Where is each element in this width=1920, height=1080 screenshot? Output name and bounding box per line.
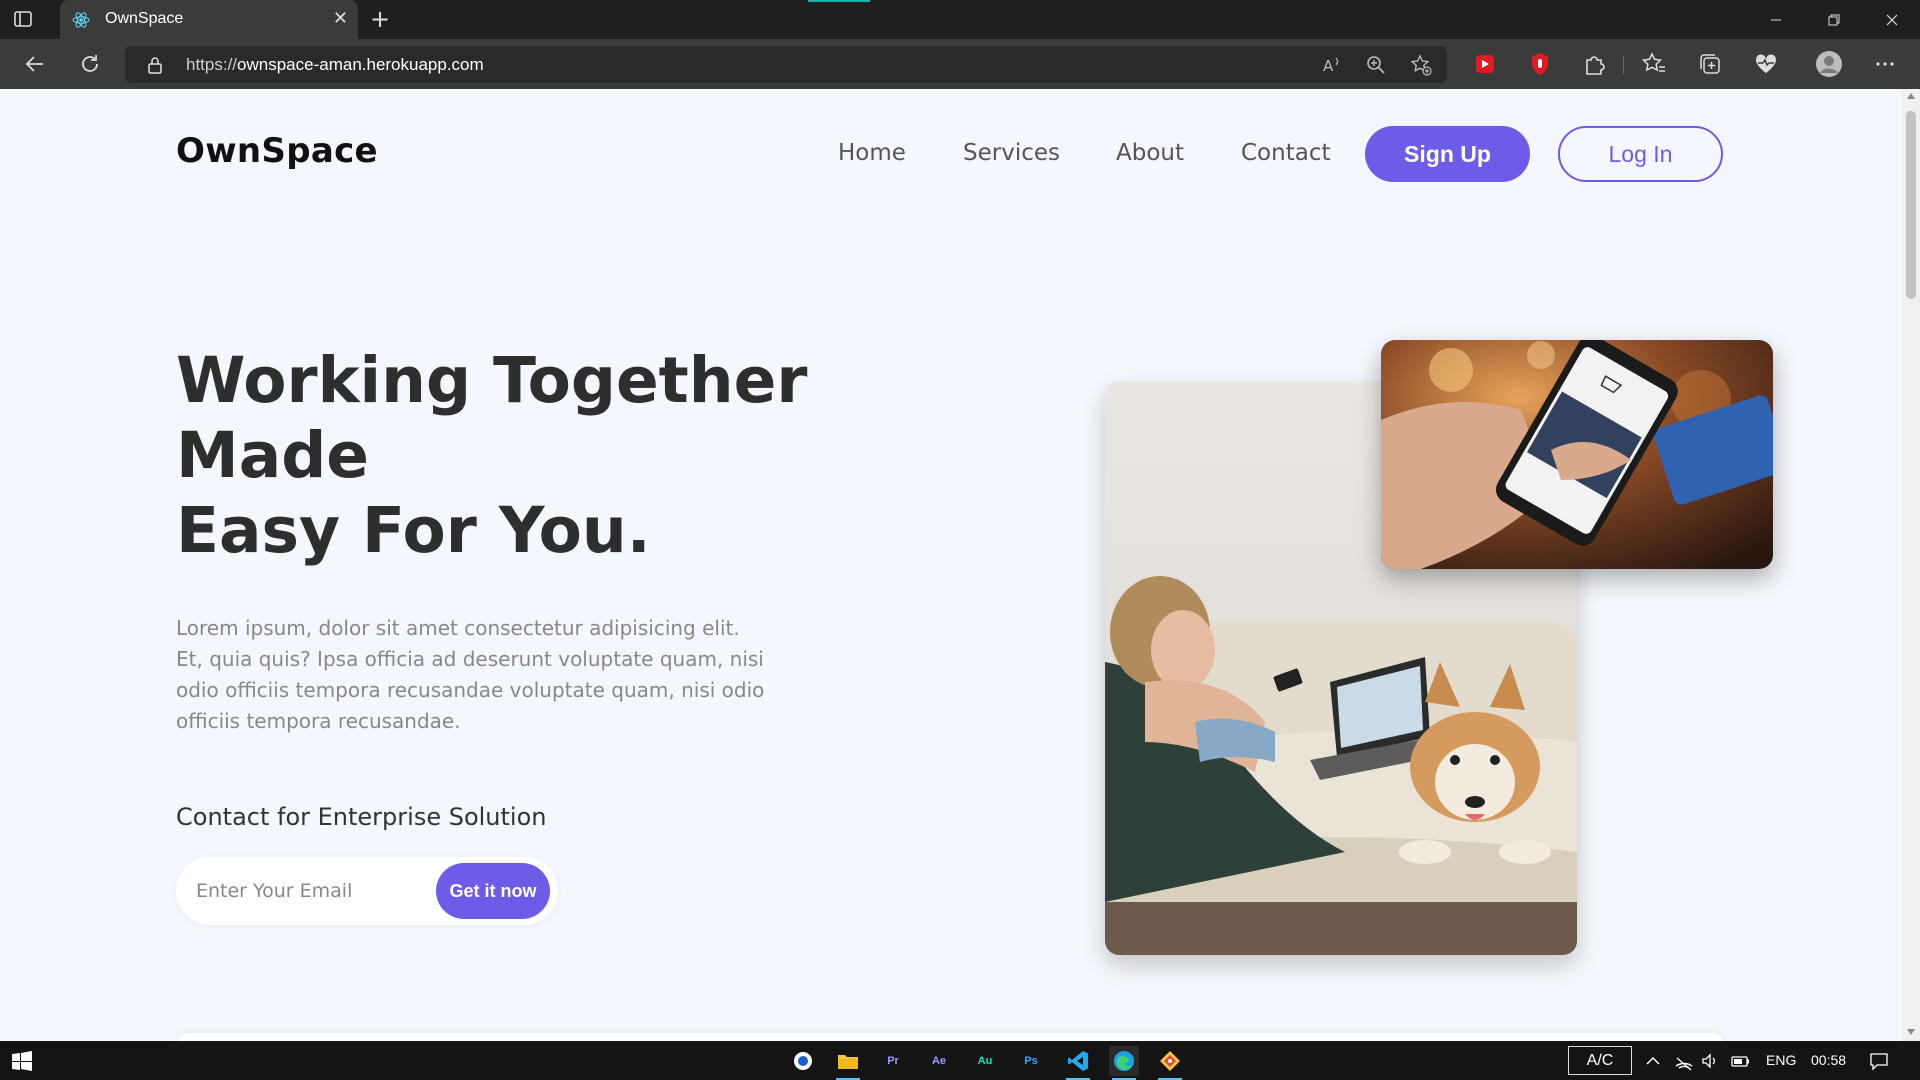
edge-browser-icon [1114,1051,1134,1071]
hero-title-line: Made [176,419,370,492]
tab-title: OwnSpace [105,10,184,27]
browser-toolbar: https://ownspace-aman.herokuapp.com A [0,39,1920,89]
minimize-icon [1771,19,1781,20]
get-it-now-button[interactable]: Get it now [436,863,550,919]
extensions-puzzle-icon[interactable] [1582,51,1608,77]
taskbar-app-audition[interactable]: Au [970,1046,1000,1076]
email-signup-form: Get it now [176,857,558,925]
extension-red-play-icon[interactable] [1472,51,1498,77]
windows-start-icon[interactable] [12,1051,32,1071]
colorful-diamond-app-icon [1160,1051,1180,1071]
taskbar-app-git-kraken[interactable] [1155,1046,1185,1080]
taskbar-app-premiere[interactable]: Pr [878,1046,908,1076]
taskbar-app-vscode[interactable] [1063,1046,1093,1080]
browser-tab-bar: OwnSpace ✕ + [0,0,1920,39]
scroll-down-arrow-icon[interactable] [1907,1029,1915,1035]
vscode-icon [1068,1051,1088,1071]
phone-shopping-photo [1381,340,1773,569]
svg-text:A: A [1323,57,1334,75]
favorites-icon[interactable] [1641,51,1667,77]
hero-title: Working Together Made Easy For You. [176,343,876,568]
address-bar[interactable]: https://ownspace-aman.herokuapp.com A [125,46,1447,83]
profile-avatar-icon[interactable] [1815,50,1843,78]
email-input[interactable] [196,875,426,907]
window-minimize-button[interactable] [1748,0,1804,39]
reload-icon[interactable] [77,51,103,77]
search-app-icon [794,1052,812,1070]
add-favorite-icon[interactable] [1410,54,1432,76]
browser-essentials-heart-icon[interactable] [1753,51,1779,77]
url-text[interactable]: https://ownspace-aman.herokuapp.com [186,55,484,75]
restore-icon [1828,14,1840,25]
react-favicon-icon [72,12,90,28]
nav-link-services[interactable]: Services [963,140,1060,166]
tray-ac-indicator[interactable]: A/C [1568,1046,1632,1075]
hero-description: Lorem ipsum, dolor sit amet consectetur … [176,616,765,733]
show-hidden-icons-chevron-icon[interactable] [1643,1051,1663,1071]
browser-tab-ownspace[interactable]: OwnSpace ✕ [60,0,358,39]
url-host: ownspace-aman.herokuapp.com [237,55,484,74]
folder-icon [838,1055,858,1069]
new-tab-icon[interactable]: + [370,6,390,32]
taskbar-app-after-effects[interactable]: Ae [924,1046,954,1076]
lock-icon[interactable] [147,56,163,74]
window-close-button[interactable] [1864,0,1920,39]
collections-icon[interactable] [1697,51,1723,77]
taskbar-app-search[interactable] [788,1046,818,1076]
taskbar-app-photoshop[interactable]: Ps [1016,1046,1046,1076]
sign-up-button[interactable]: Sign Up [1365,126,1530,182]
read-aloud-icon[interactable]: A [1321,54,1343,76]
windows-taskbar: Pr Ae Au Ps A/C ENG 00:58 [0,1041,1920,1080]
wifi-icon[interactable] [1674,1051,1694,1071]
nav-link-about[interactable]: About [1116,140,1184,166]
tab-strip-indicator [808,0,870,2]
adblock-hand-icon[interactable] [1527,51,1553,77]
toolbar-separator [1623,56,1624,74]
window-restore-button[interactable] [1806,0,1862,39]
site-logo[interactable]: OwnSpace [176,131,378,171]
zoom-icon[interactable] [1365,54,1387,76]
hero-title-line: Working Together [176,344,808,417]
log-in-button[interactable]: Log In [1558,126,1723,182]
back-arrow-icon[interactable] [22,51,48,77]
nav-link-contact[interactable]: Contact [1241,140,1330,166]
page-scrollbar[interactable] [1902,89,1920,1041]
volume-icon[interactable] [1700,1051,1720,1071]
enterprise-label: Contact for Enterprise Solution [176,803,547,831]
page-viewport: OwnSpace Home Services About Contact Sig… [0,89,1902,1041]
scroll-up-arrow-icon[interactable] [1907,93,1915,99]
battery-icon[interactable] [1730,1051,1750,1071]
taskbar-app-file-explorer[interactable] [833,1046,863,1080]
clock-time[interactable]: 00:58 [1811,1052,1846,1068]
notifications-icon[interactable] [1869,1051,1889,1071]
url-scheme: https:// [186,55,238,74]
taskbar-app-edge[interactable] [1109,1046,1139,1080]
scrollbar-thumb[interactable] [1906,111,1916,299]
close-icon [1886,14,1898,25]
next-section-card [178,1033,1723,1041]
hero-photo-phone-shopping [1381,340,1773,569]
nav-link-home[interactable]: Home [838,140,906,166]
more-options-icon[interactable] [1872,51,1898,77]
tab-close-icon[interactable]: ✕ [333,9,348,29]
hero-title-line: Easy For You. [176,494,651,567]
language-indicator[interactable]: ENG [1766,1052,1796,1068]
tab-actions-icon[interactable] [12,8,34,30]
